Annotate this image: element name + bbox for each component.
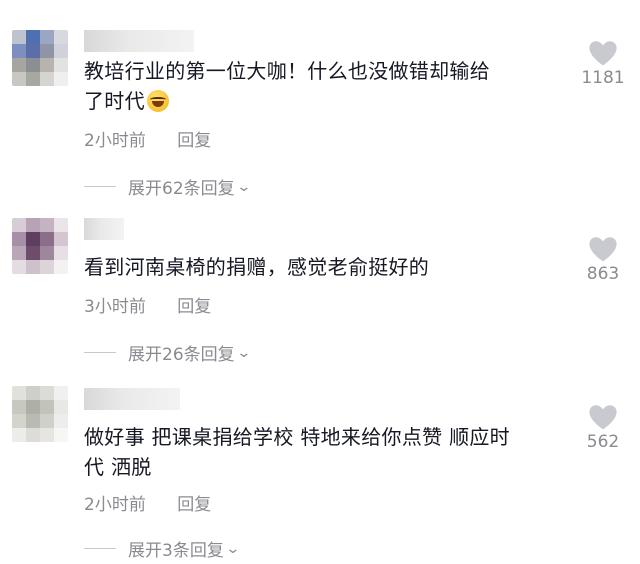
username[interactable] — [84, 388, 180, 410]
comment-meta: 3小时前 回复 — [84, 292, 211, 317]
comment-time: 2小时前 — [84, 131, 146, 151]
like-count: 562 — [586, 432, 620, 452]
comment-time: 3小时前 — [84, 297, 146, 317]
avatar[interactable] — [12, 218, 68, 274]
laughing-tears-emoji — [146, 90, 169, 112]
expand-replies-button[interactable]: 展开26条回复 ⌄ — [84, 340, 252, 365]
like-button[interactable]: 863 — [580, 236, 626, 284]
comment-meta: 2小时前 回复 — [84, 126, 211, 151]
comment-text: 教培行业的第一位大咖！什么也没做错却输给 了时代 — [84, 56, 584, 116]
reply-button[interactable]: 回复 — [177, 490, 211, 515]
like-count: 863 — [586, 264, 620, 284]
comment-meta: 2小时前 回复 — [84, 490, 211, 515]
expand-replies-label: 展开3条回复 — [128, 541, 224, 561]
like-count: 1181 — [581, 68, 625, 88]
expand-replies-label: 展开62条回复 — [128, 179, 235, 199]
heart-icon — [589, 405, 617, 430]
expand-replies-button[interactable]: 展开3条回复 ⌄ — [84, 536, 241, 561]
chevron-down-icon: ⌄ — [235, 178, 252, 195]
like-button[interactable]: 1181 — [580, 40, 626, 88]
comment-text-line: 了时代 — [84, 89, 145, 113]
comment-text-line: 教培行业的第一位大咖！什么也没做错却输给 — [84, 59, 490, 83]
username[interactable] — [84, 218, 124, 240]
avatar[interactable] — [12, 30, 68, 86]
comment-text-line: 做好事 把课桌捐给学校 特地来给你点赞 顺应时 — [84, 425, 510, 449]
comment-text: 看到河南桌椅的捐赠，感觉老俞挺好的 — [84, 252, 584, 282]
reply-button[interactable]: 回复 — [177, 292, 211, 317]
comment-text: 做好事 把课桌捐给学校 特地来给你点赞 顺应时 代 洒脱 — [84, 422, 584, 482]
like-button[interactable]: 562 — [580, 404, 626, 452]
comment-text-line: 代 洒脱 — [84, 455, 152, 479]
divider — [84, 186, 116, 187]
divider — [84, 548, 116, 549]
avatar[interactable] — [12, 386, 68, 442]
expand-replies-button[interactable]: 展开62条回复 ⌄ — [84, 174, 252, 199]
reply-button[interactable]: 回复 — [177, 126, 211, 151]
heart-icon — [589, 237, 617, 262]
expand-replies-label: 展开26条回复 — [128, 345, 235, 365]
chevron-down-icon: ⌄ — [235, 344, 252, 361]
comment-time: 2小时前 — [84, 495, 146, 515]
divider — [84, 352, 116, 353]
heart-icon — [589, 41, 617, 66]
comment-text-line: 看到河南桌椅的捐赠，感觉老俞挺好的 — [84, 255, 430, 279]
username[interactable] — [84, 30, 194, 52]
chevron-down-icon: ⌄ — [225, 540, 241, 557]
